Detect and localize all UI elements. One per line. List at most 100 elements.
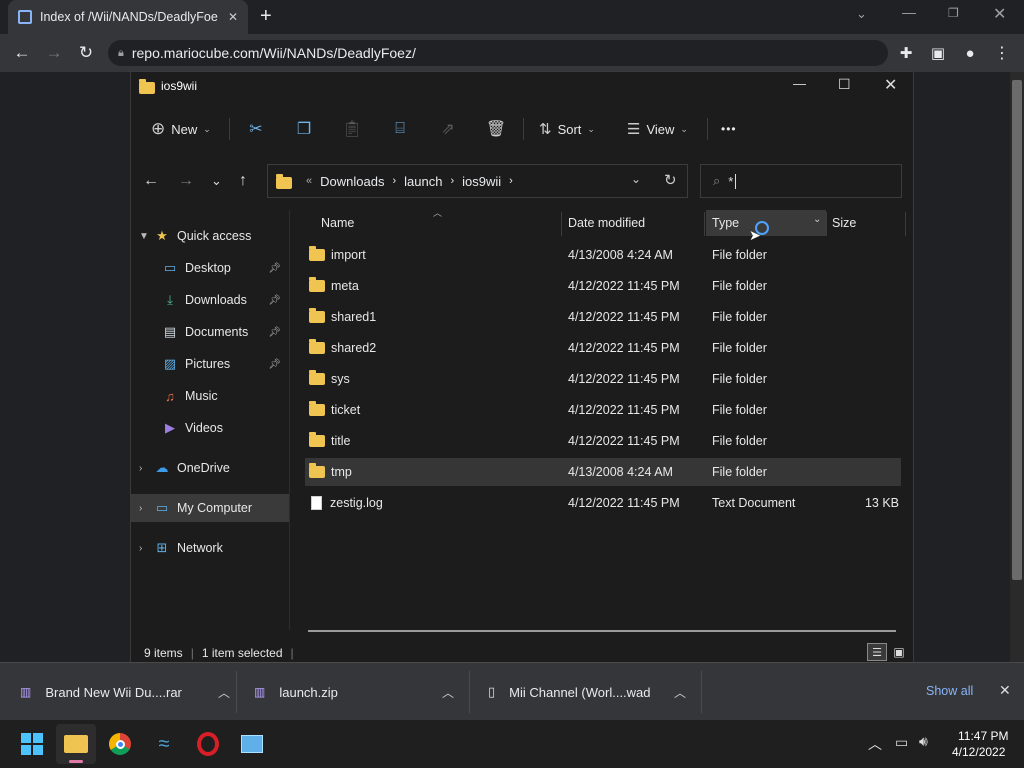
cut-icon[interactable]: ✂ [241, 114, 271, 144]
download-item[interactable]: ▥ launch.zip ︿ [254, 663, 454, 721]
file-row[interactable]: zestig.log 4/12/2022 11:45 PM Text Docum… [305, 489, 901, 517]
nav-pictures[interactable]: ▨ Pictures 📌︎ [131, 350, 289, 378]
chevron-down-icon[interactable]: ▼ [139, 231, 153, 242]
column-divider[interactable] [561, 212, 562, 236]
address-bar[interactable]: 🔒︎ repo.mariocube.com/Wii/NANDs/DeadlyFo… [108, 40, 888, 66]
extensions-puzzle-icon[interactable]: ✚ [890, 34, 922, 72]
tab-close-icon[interactable]: ✕ [228, 10, 238, 24]
browser-menu-icon[interactable]: ⋮ [986, 34, 1018, 72]
nav-onedrive[interactable]: › ☁ OneDrive [131, 454, 289, 482]
breadcrumb-ios9wii[interactable]: ios9wii [462, 174, 501, 189]
search-value[interactable]: * [728, 173, 737, 189]
share-file-icon[interactable]: ⇗ [433, 114, 463, 144]
reload-icon[interactable]: ↻ [70, 34, 102, 72]
breadcrumb-overflow[interactable]: « [306, 175, 312, 187]
nav-documents[interactable]: ▤ Documents 📌︎ [131, 318, 289, 346]
url-text[interactable]: repo.mariocube.com/Wii/NANDs/DeadlyFoez/ [132, 45, 416, 61]
download-item[interactable]: ▥ Brand New Wii Du....rar ︿ [20, 663, 230, 721]
chevron-right-icon[interactable]: › [509, 175, 513, 187]
breadcrumb-launch[interactable]: launch [404, 174, 442, 189]
pane-splitter[interactable] [289, 210, 290, 630]
network-tray-icon[interactable]: ▭ [895, 734, 908, 751]
page-scrollbar-thumb[interactable] [1012, 80, 1022, 580]
dolphin-emulator-icon[interactable]: ≈ [144, 724, 184, 764]
up-arrow-icon[interactable]: ↑ [239, 172, 247, 190]
chevron-up-icon[interactable]: ︿ [218, 684, 230, 701]
chevron-right-icon[interactable]: › [139, 503, 153, 514]
details-view-icon[interactable]: ☰ [867, 643, 887, 661]
address-dropdown-icon[interactable]: ⌄ [631, 172, 641, 186]
nav-network[interactable]: › ⊞ Network [131, 534, 289, 562]
close-browser-icon[interactable]: ✕ [993, 4, 1006, 24]
nav-quick-access[interactable]: ▼ ★ Quick access [131, 222, 289, 250]
refresh-icon[interactable]: ↻ [664, 171, 677, 189]
column-divider[interactable] [826, 212, 827, 236]
file-row[interactable]: import 4/13/2008 4:24 AM File folder [305, 241, 901, 269]
more-options-button[interactable]: ••• [721, 114, 737, 144]
minimize-icon[interactable]: — [793, 76, 806, 91]
chevron-right-icon[interactable]: › [392, 175, 396, 187]
sort-button[interactable]: ⇅ Sort ⌄ [539, 114, 595, 144]
control-panel-icon[interactable] [232, 724, 272, 764]
close-window-icon[interactable]: ✕ [884, 75, 897, 95]
lock-icon[interactable]: 🔒︎ [118, 47, 124, 60]
chrome-icon[interactable] [100, 724, 140, 764]
paste-icon[interactable]: 📋︎ [337, 114, 367, 144]
file-explorer-taskbar-icon[interactable] [56, 724, 96, 764]
chevron-right-icon[interactable]: › [139, 463, 153, 474]
volume-icon[interactable]: 🔊︎ [919, 733, 928, 750]
recent-chevron-icon[interactable]: ⌄ [211, 173, 222, 189]
column-dropdown-icon[interactable]: ⌄ [813, 214, 821, 225]
horizontal-scrollbar[interactable] [308, 630, 896, 632]
file-row[interactable]: shared1 4/12/2022 11:45 PM File folder [305, 303, 901, 331]
file-row[interactable]: meta 4/12/2022 11:45 PM File folder [305, 272, 901, 300]
back-nav-icon[interactable]: ← [143, 172, 159, 190]
browser-tab[interactable]: Index of /Wii/NANDs/DeadlyFoe ✕ [8, 0, 248, 34]
explorer-search-input[interactable]: ⌕ * [700, 164, 902, 198]
tiles-view-icon[interactable]: ▣ [890, 643, 908, 661]
chevron-right-icon[interactable]: › [139, 543, 153, 554]
column-divider[interactable] [905, 212, 906, 236]
chevron-up-icon[interactable]: ︿ [674, 684, 686, 701]
show-hidden-icons-chevron[interactable]: ︿ [868, 734, 882, 754]
maximize-icon[interactable]: ☐ [838, 76, 851, 93]
opera-icon[interactable] [188, 724, 228, 764]
explorer-address-bar[interactable]: « Downloads › launch › ios9wii › [267, 164, 688, 198]
nav-desktop[interactable]: ▭ Desktop 📌︎ [131, 254, 289, 282]
breadcrumb-downloads[interactable]: Downloads [320, 174, 384, 189]
column-divider[interactable] [704, 212, 705, 236]
column-header-date[interactable]: Date modified [568, 210, 704, 236]
delete-trash-icon[interactable]: 🗑︎ [481, 114, 511, 144]
copy-icon[interactable]: ❐ [289, 114, 319, 144]
profile-avatar-icon[interactable]: ● [954, 34, 986, 72]
show-all-link[interactable]: Show all [926, 684, 973, 698]
clock-date[interactable]: 4/12/2022 [952, 745, 1005, 759]
file-row[interactable]: ticket 4/12/2022 11:45 PM File folder [305, 396, 901, 424]
restore-browser-icon[interactable]: ❐ [948, 6, 959, 20]
close-downloads-icon[interactable]: ✕ [999, 682, 1011, 699]
side-panel-icon[interactable]: ▣ [922, 34, 954, 72]
view-button[interactable]: ☰ View ⌄ [627, 114, 688, 144]
nav-music[interactable]: ♫ Music [131, 382, 289, 410]
nav-my-computer[interactable]: › ▭ My Computer [131, 494, 289, 522]
nav-downloads[interactable]: ⤓ Downloads 📌︎ [131, 286, 289, 314]
forward-nav-icon[interactable]: → [178, 172, 194, 190]
minimize-browser-icon[interactable]: — [902, 4, 916, 20]
start-windows-icon[interactable] [12, 724, 52, 764]
back-arrow-icon[interactable]: ← [6, 34, 38, 72]
clock-time[interactable]: 11:47 PM [958, 729, 1008, 743]
chevron-right-icon[interactable]: › [450, 175, 454, 187]
download-item[interactable]: ▯ Mii Channel (Worl....wad ︿ [488, 663, 686, 721]
rename-icon[interactable]: ⌸ [385, 114, 415, 144]
file-row-selected[interactable]: tmp 4/13/2008 4:24 AM File folder [305, 458, 901, 486]
chevron-up-icon[interactable]: ︿ [442, 684, 454, 701]
nav-videos[interactable]: ▶ Videos [131, 414, 289, 442]
new-button[interactable]: ⊕ New ⌄ [151, 114, 211, 144]
file-row[interactable]: sys 4/12/2022 11:45 PM File folder [305, 365, 901, 393]
column-header-size[interactable]: Size [832, 210, 902, 236]
file-row[interactable]: title 4/12/2022 11:45 PM File folder [305, 427, 901, 455]
forward-arrow-icon[interactable]: → [38, 34, 70, 72]
column-header-name[interactable]: Name [321, 210, 561, 236]
tab-search-icon[interactable]: ⌄ [856, 6, 867, 22]
new-tab-button[interactable]: + [260, 5, 272, 28]
